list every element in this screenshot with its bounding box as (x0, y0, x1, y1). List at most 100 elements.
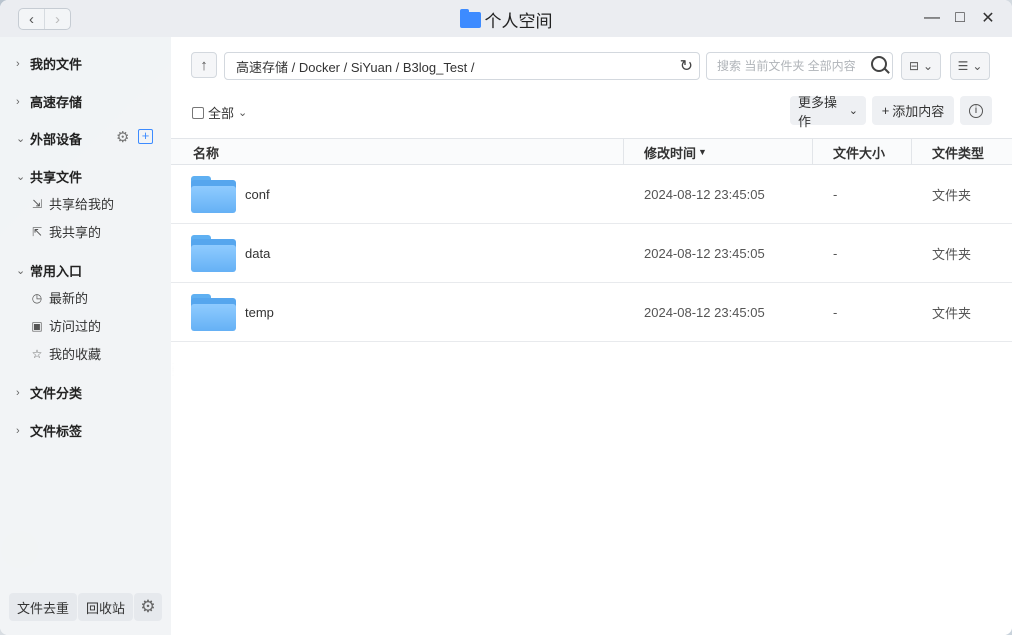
sidebar-item-my-shares[interactable]: ⇱ 我共享的 (30, 222, 101, 241)
file-size: - (833, 245, 838, 261)
chevron-right-icon: › (16, 424, 20, 437)
folder-icon (191, 294, 236, 331)
column-type[interactable]: 文件类型 (911, 139, 1012, 165)
forward-button[interactable]: › (44, 9, 70, 29)
file-name: temp (245, 304, 274, 320)
table-row[interactable]: conf 2024-08-12 23:45:05 - 文件夹 (171, 165, 1012, 224)
close-button[interactable]: ✕ (978, 8, 998, 28)
dedupe-button[interactable]: 文件去重 (9, 593, 78, 621)
file-type: 文件夹 (932, 187, 972, 203)
chevron-down-icon: ⌄ (16, 171, 26, 183)
sidebar-item-recent[interactable]: ◷ 最新的 (30, 288, 88, 307)
share-out-icon: ⇱ (31, 224, 43, 239)
sidebar-item-favorites[interactable]: ☆ 我的收藏 (30, 344, 101, 363)
file-modified: 2024-08-12 23:45:05 (644, 245, 765, 261)
chevron-right-icon: › (16, 57, 20, 70)
table-row[interactable]: temp 2024-08-12 23:45:05 - 文件夹 (171, 283, 1012, 342)
title-bar: ‹ › 个人空间 — □ ✕ (0, 0, 1012, 37)
file-table: 名称 修改时间 ▼ 文件大小 文件类型 conf 2024-08-12 23:4… (171, 138, 1012, 342)
add-content-button[interactable]: + 添加内容 (872, 96, 954, 125)
column-name[interactable]: 名称 (171, 139, 623, 165)
sidebar-group-label: 高速存储 (30, 95, 83, 110)
sidebar-item-label: 共享给我的 (49, 197, 115, 212)
more-actions-label: 更多操作 (798, 94, 838, 129)
file-manager-window: ‹ › 个人空间 — □ ✕ › 我的文件 › 高速存储 ⌄ 外部设备 ⚙ + … (0, 0, 1012, 635)
camera-icon: ▣ (31, 318, 43, 333)
sidebar-item-label: 最新的 (49, 291, 89, 306)
clock-icon: ◷ (31, 290, 43, 305)
sidebar-group-tags[interactable]: › 文件标签 (16, 421, 82, 440)
file-size: - (833, 186, 838, 202)
folder-icon (191, 235, 236, 272)
chevron-down-icon: ⌄ (972, 59, 983, 73)
search-box (706, 52, 893, 80)
sort-options-button[interactable]: ⊟ ⌄ (901, 52, 941, 80)
sidebar-group-categories[interactable]: › 文件分类 (16, 383, 82, 402)
more-actions-button[interactable]: 更多操作 ⌄ (790, 95, 866, 129)
share-in-icon: ⇲ (31, 196, 43, 211)
add-content-label: 添加内容 (892, 104, 945, 119)
file-size: - (833, 304, 838, 320)
back-button[interactable]: ‹ (19, 9, 44, 29)
sidebar-group-label: 文件分类 (30, 386, 83, 401)
file-name: data (245, 245, 271, 261)
gear-icon[interactable]: ⚙ (116, 128, 129, 146)
sidebar-group-label: 共享文件 (30, 170, 83, 185)
plus-icon: + (881, 103, 890, 118)
sort-icon: ⊟ (908, 59, 919, 73)
file-name: conf (245, 186, 270, 202)
select-all-label: 全部 (208, 106, 235, 121)
sidebar-group-label: 常用入口 (30, 264, 83, 279)
recycle-bin-button[interactable]: 回收站 (78, 593, 134, 621)
main-panel: ↑ 高速存储 / Docker / SiYuan / B3log_Test / … (171, 37, 1012, 635)
sidebar-group-label: 外部设备 (30, 132, 83, 147)
path-text: 高速存储 / Docker / SiYuan / B3log_Test / (236, 59, 475, 75)
chevron-down-icon: ⌄ (238, 107, 248, 119)
view-mode-button[interactable]: ☰ ⌄ (950, 52, 990, 80)
sidebar-group-common[interactable]: ⌄ 常用入口 (16, 261, 82, 280)
up-arrow-icon[interactable]: ↑ (191, 52, 217, 78)
window-title: 个人空间 (484, 12, 553, 31)
chevron-down-icon: ⌄ (16, 133, 26, 145)
select-all-checkbox[interactable] (192, 106, 204, 119)
search-icon[interactable] (871, 56, 887, 72)
file-type: 文件夹 (932, 305, 972, 321)
column-size[interactable]: 文件大小 (812, 139, 911, 165)
chevron-down-icon: ⌄ (848, 105, 858, 117)
sidebar-item-visited[interactable]: ▣ 访问过的 (30, 316, 101, 335)
file-modified: 2024-08-12 23:45:05 (644, 186, 765, 202)
file-modified: 2024-08-12 23:45:05 (644, 304, 765, 320)
folder-icon (191, 176, 236, 213)
window-title-group: 个人空间 (0, 7, 1012, 32)
star-icon: ☆ (31, 346, 43, 361)
search-input[interactable] (717, 59, 867, 73)
chevron-down-icon: ⌄ (16, 265, 26, 277)
settings-icon[interactable]: ⚙ (134, 593, 162, 621)
sort-desc-icon: ▼ (698, 147, 707, 157)
sidebar-group-my-files[interactable]: › 我的文件 (16, 54, 82, 73)
chevron-right-icon: › (16, 95, 20, 108)
info-icon[interactable]: i (960, 96, 992, 125)
sidebar-group-fast-storage[interactable]: › 高速存储 (16, 92, 82, 111)
sidebar: › 我的文件 › 高速存储 ⌄ 外部设备 ⚙ + ⌄ 共享文件 ⇲ 共享给我的 … (0, 37, 178, 635)
file-type: 文件夹 (932, 246, 972, 262)
sidebar-item-label: 我共享的 (49, 225, 102, 240)
history-nav: ‹ › (18, 8, 71, 30)
sidebar-group-shared-files[interactable]: ⌄ 共享文件 (16, 167, 82, 186)
select-all[interactable]: 全部 ⌄ (192, 103, 247, 122)
sidebar-group-external-devices[interactable]: ⌄ 外部设备 (16, 129, 82, 148)
folder-icon (459, 8, 481, 28)
column-modified-label: 修改时间 (644, 145, 697, 161)
add-device-icon[interactable]: + (138, 129, 153, 144)
table-row[interactable]: data 2024-08-12 23:45:05 - 文件夹 (171, 224, 1012, 283)
chevron-right-icon: › (16, 386, 20, 399)
sidebar-item-shared-with-me[interactable]: ⇲ 共享给我的 (30, 194, 114, 213)
chevron-down-icon: ⌄ (923, 59, 934, 73)
list-view-icon: ☰ (957, 59, 969, 73)
path-bar[interactable]: 高速存储 / Docker / SiYuan / B3log_Test / ↻ (224, 52, 700, 80)
sidebar-group-label: 我的文件 (30, 57, 83, 72)
refresh-icon[interactable]: ↻ (680, 56, 693, 76)
column-modified[interactable]: 修改时间 ▼ (623, 139, 812, 165)
minimize-button[interactable]: — (922, 8, 942, 28)
maximize-button[interactable]: □ (950, 8, 970, 28)
